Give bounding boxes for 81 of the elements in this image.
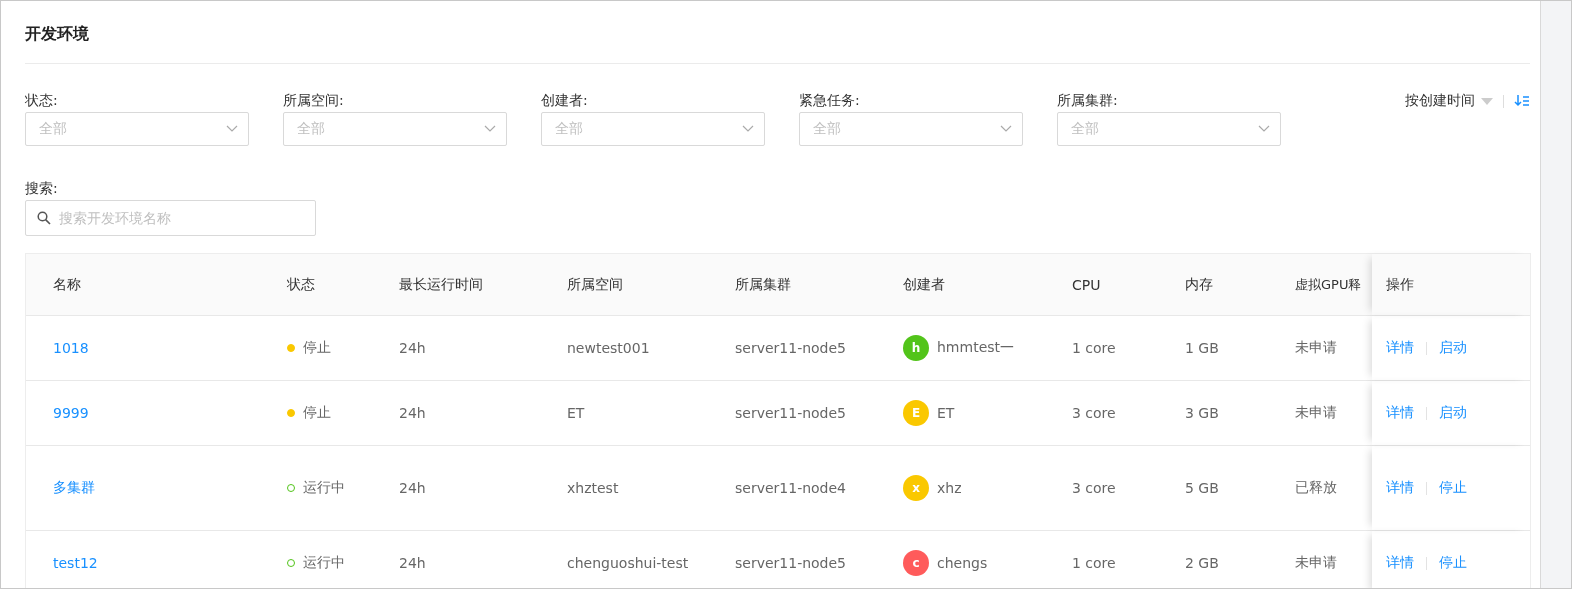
avatar: h [903,335,929,361]
action-link[interactable]: 停止 [1439,554,1467,572]
avatar: x [903,475,929,501]
table-cell: server11-node5 [735,340,847,356]
creator-name: ET [937,405,955,421]
environment-name-link[interactable]: 1018 [53,340,89,356]
action-link[interactable]: 启动 [1439,404,1467,422]
creator-name: hmmtest一 [937,339,1015,357]
column-header: 虚拟GPU释 [1295,275,1362,294]
filter-label: 紧急任务: [799,91,861,110]
scrollbar-track[interactable] [1541,1,1571,588]
table-cell: 24h [399,555,426,571]
filter-label: 所属集群: [1057,91,1119,110]
chevron-down-icon [484,125,496,133]
column-header: 所属集群 [735,275,791,294]
filter-label: 状态: [25,91,59,110]
environment-name-link[interactable]: 多集群 [53,479,95,497]
search-icon [37,211,51,225]
column-header: 内存 [1185,275,1213,294]
action-link[interactable]: 停止 [1439,479,1467,497]
table-cell: xhztest [567,480,619,496]
table-cell: 1 GB [1185,340,1219,356]
chevron-down-icon [1258,125,1270,133]
filter-select[interactable]: 全部 [25,112,249,146]
column-header: 名称 [53,275,81,294]
table-cell: 24h [399,405,426,421]
status-text: 停止 [303,339,331,357]
status-text: 停止 [303,404,331,422]
creator-name: chengs [937,555,988,571]
environment-name-link[interactable]: test12 [53,555,98,571]
sort-order-icon[interactable] [1514,95,1530,107]
filter-select[interactable]: 全部 [541,112,765,146]
avatar: E [903,400,929,426]
filter-select[interactable]: 全部 [799,112,1023,146]
table-cell: chenguoshui-test [567,555,689,571]
table-cell: 已释放 [1295,479,1337,497]
table-cell: 3 core [1072,480,1116,496]
environment-name-link[interactable]: 9999 [53,405,89,421]
page-title: 开发环境 [25,23,90,45]
action-link[interactable]: 详情 [1386,339,1414,357]
table-cell: 未申请 [1295,554,1337,572]
table-cell: server11-node5 [735,405,847,421]
action-link[interactable]: 详情 [1386,554,1414,572]
action-link[interactable]: 详情 [1386,404,1414,422]
action-link[interactable]: 详情 [1386,479,1414,497]
table-cell: 未申请 [1295,404,1337,422]
avatar: c [903,550,929,576]
creator-name: xhz [937,480,962,496]
chevron-down-icon [1000,125,1012,133]
chevron-down-icon [226,125,238,133]
table-cell: 5 GB [1185,480,1219,496]
filter-select[interactable]: 全部 [283,112,507,146]
table-cell: 未申请 [1295,339,1337,357]
table-cell: 3 core [1072,405,1116,421]
table-cell: ET [567,405,585,421]
table-cell: 1 core [1072,555,1116,571]
table-cell: server11-node4 [735,480,847,496]
status-text: 运行中 [303,554,345,572]
action-link[interactable]: 启动 [1439,339,1467,357]
status-text: 运行中 [303,479,345,497]
column-header: 状态 [287,275,315,294]
table-cell: 1 core [1072,340,1116,356]
table-cell: 3 GB [1185,405,1219,421]
table-cell: 24h [399,340,426,356]
table-cell: server11-node5 [735,555,847,571]
filter-label: 创建者: [541,91,589,110]
table-cell: 2 GB [1185,555,1219,571]
table-cell: newtest001 [567,340,650,356]
filter-label: 所属空间: [283,91,345,110]
sort-dropdown[interactable]: 按创建时间 [1405,92,1493,110]
column-header: 创建者 [903,275,945,294]
search-label: 搜索: [25,179,59,198]
column-header: 最长运行时间 [399,275,483,294]
column-header: CPU [1072,276,1101,293]
caret-down-icon [1481,97,1493,105]
column-header: 所属空间 [567,275,623,294]
chevron-down-icon [742,125,754,133]
filter-select[interactable]: 全部 [1057,112,1281,146]
search-field[interactable]: 搜索开发环境名称 [25,200,316,236]
table-cell: 24h [399,480,426,496]
column-header: 操作 [1386,275,1414,294]
